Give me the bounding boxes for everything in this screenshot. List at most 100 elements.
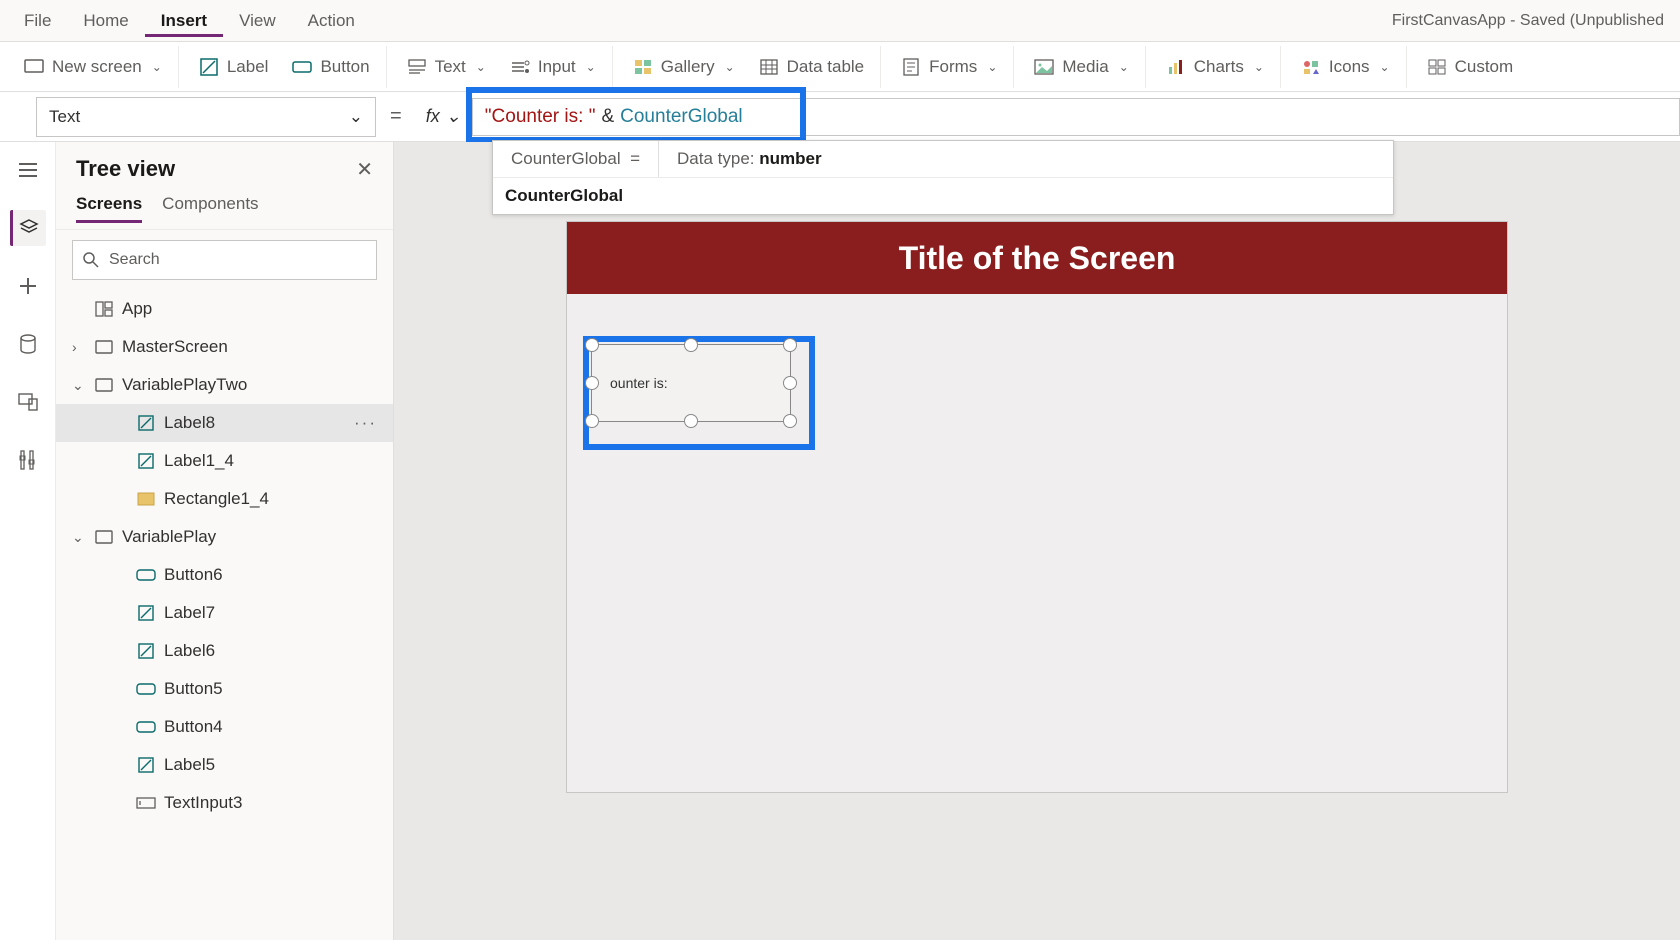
gallery-label: Gallery bbox=[661, 57, 715, 77]
tree-title: Tree view bbox=[76, 156, 175, 182]
data-table-button[interactable]: Data table bbox=[749, 51, 875, 83]
menu-action[interactable]: Action bbox=[292, 5, 371, 37]
input-button[interactable]: Input ⌄ bbox=[500, 51, 606, 83]
resize-handle-br[interactable] bbox=[783, 414, 797, 428]
resize-handle-tl[interactable] bbox=[585, 338, 599, 352]
tree-node-button5[interactable]: Button5 bbox=[56, 670, 393, 708]
charts-button[interactable]: Charts ⌄ bbox=[1156, 51, 1274, 83]
custom-label: Custom bbox=[1455, 57, 1514, 77]
resize-handle-tm[interactable] bbox=[684, 338, 698, 352]
tree-node-label8[interactable]: Label8··· bbox=[56, 404, 393, 442]
screen-preview[interactable]: Title of the Screen ounter is: bbox=[567, 222, 1507, 792]
tree-node-masterscreen[interactable]: › MasterScreen bbox=[56, 328, 393, 366]
media-rail-button[interactable] bbox=[10, 384, 46, 420]
menu-insert[interactable]: Insert bbox=[145, 5, 223, 37]
tab-components[interactable]: Components bbox=[162, 188, 258, 223]
label-icon bbox=[199, 57, 219, 77]
tree-node-variableplaytwo[interactable]: ⌄ VariablePlayTwo bbox=[56, 366, 393, 404]
screen-icon bbox=[94, 375, 114, 395]
tree-node-button4[interactable]: Button4 bbox=[56, 708, 393, 746]
media-label: Media bbox=[1062, 57, 1108, 77]
tree-view-rail-button[interactable] bbox=[10, 210, 46, 246]
label-icon bbox=[136, 755, 156, 775]
menu-home[interactable]: Home bbox=[67, 5, 144, 37]
resize-handle-mr[interactable] bbox=[783, 376, 797, 390]
text-button[interactable]: Text ⌄ bbox=[397, 51, 496, 83]
search-placeholder: Search bbox=[109, 251, 160, 269]
info-variable-cell: CounterGlobal = bbox=[493, 141, 659, 177]
rect-icon bbox=[136, 489, 156, 509]
button-icon bbox=[136, 717, 156, 737]
tree-node-label: Rectangle1_4 bbox=[164, 489, 269, 509]
label-icon bbox=[136, 603, 156, 623]
custom-button[interactable]: Custom bbox=[1417, 51, 1524, 83]
tools-rail-button[interactable] bbox=[10, 442, 46, 478]
menu-view[interactable]: View bbox=[223, 5, 292, 37]
label8-control[interactable]: ounter is: bbox=[591, 344, 791, 422]
new-screen-button[interactable]: New screen ⌄ bbox=[14, 51, 172, 83]
charts-label: Charts bbox=[1194, 57, 1244, 77]
tree-node-label: Button5 bbox=[164, 679, 223, 699]
info-var-eq: = bbox=[630, 149, 640, 168]
search-input[interactable]: Search bbox=[72, 240, 377, 280]
custom-icon bbox=[1427, 57, 1447, 77]
fx-button[interactable]: fx ⌄ bbox=[416, 97, 472, 137]
tree-node-label: Label1_4 bbox=[164, 451, 234, 471]
tree-node-label5[interactable]: Label5 bbox=[56, 746, 393, 784]
tree-node-rectangle1_4[interactable]: Rectangle1_4 bbox=[56, 480, 393, 518]
close-panel-button[interactable]: ✕ bbox=[356, 157, 373, 182]
new-screen-label: New screen bbox=[52, 57, 142, 77]
resize-handle-ml[interactable] bbox=[585, 376, 599, 390]
forms-button[interactable]: Forms ⌄ bbox=[891, 51, 1007, 83]
resize-handle-tr[interactable] bbox=[783, 338, 797, 352]
app-icon bbox=[94, 299, 114, 319]
tree-node-label6[interactable]: Label6 bbox=[56, 632, 393, 670]
more-button[interactable]: ··· bbox=[354, 413, 383, 433]
tree-node-label: VariablePlayTwo bbox=[122, 375, 247, 395]
left-rail bbox=[0, 142, 56, 940]
media-button[interactable]: Media ⌄ bbox=[1024, 51, 1138, 83]
button-label: Button bbox=[320, 57, 369, 77]
formula-input[interactable]: "Counter is: " & CounterGlobal bbox=[472, 98, 1680, 136]
ribbon: New screen ⌄ Label Button Text ⌄ Input ⌄… bbox=[0, 42, 1680, 92]
tab-screens[interactable]: Screens bbox=[76, 188, 142, 223]
table-icon bbox=[759, 57, 779, 77]
button-button[interactable]: Button bbox=[282, 51, 379, 83]
expander-icon[interactable]: ⌄ bbox=[72, 529, 86, 546]
intellisense-popup: CounterGlobal = Data type: number Counte… bbox=[492, 140, 1394, 215]
tree-node-label: MasterScreen bbox=[122, 337, 228, 357]
data-rail-button[interactable] bbox=[10, 326, 46, 362]
expander-icon[interactable]: › bbox=[72, 339, 86, 355]
tree-node-variableplay[interactable]: ⌄VariablePlay bbox=[56, 518, 393, 556]
formula-token-identifier: CounterGlobal bbox=[620, 106, 743, 128]
menu-file[interactable]: File bbox=[8, 5, 67, 37]
hamburger-button[interactable] bbox=[10, 152, 46, 188]
tree-node-app[interactable]: App bbox=[56, 290, 393, 328]
label-button[interactable]: Label bbox=[189, 51, 279, 83]
property-select[interactable]: Text ⌄ bbox=[36, 97, 376, 137]
text-icon bbox=[407, 57, 427, 77]
media-icon bbox=[1034, 57, 1054, 77]
chevron-down-icon: ⌄ bbox=[349, 107, 363, 127]
info-datatype-label: Data type: bbox=[677, 149, 755, 168]
gallery-button[interactable]: Gallery ⌄ bbox=[623, 51, 745, 83]
selected-control-wrapper[interactable]: ounter is: bbox=[591, 344, 791, 422]
add-rail-button[interactable] bbox=[10, 268, 46, 304]
expander-icon[interactable]: ⌄ bbox=[72, 377, 86, 394]
textinput-icon bbox=[136, 793, 156, 813]
icons-label: Icons bbox=[1329, 57, 1370, 77]
screen-icon bbox=[24, 57, 44, 77]
tree-node-label: Label6 bbox=[164, 641, 215, 661]
tree-node-textinput3[interactable]: TextInput3 bbox=[56, 784, 393, 822]
formula-token-string: "Counter is: " bbox=[485, 106, 596, 128]
tree-node-label1_4[interactable]: Label1_4 bbox=[56, 442, 393, 480]
tree-node-label7[interactable]: Label7 bbox=[56, 594, 393, 632]
icons-button[interactable]: Icons ⌄ bbox=[1291, 51, 1400, 83]
tree-node-button6[interactable]: Button6 bbox=[56, 556, 393, 594]
resize-handle-bm[interactable] bbox=[684, 414, 698, 428]
info-datatype-cell: Data type: number bbox=[659, 141, 840, 177]
resize-handle-bl[interactable] bbox=[585, 414, 599, 428]
canvas-area[interactable]: Title of the Screen ounter is: bbox=[394, 142, 1680, 940]
intellisense-suggestion[interactable]: CounterGlobal bbox=[493, 177, 1393, 214]
input-icon bbox=[510, 57, 530, 77]
